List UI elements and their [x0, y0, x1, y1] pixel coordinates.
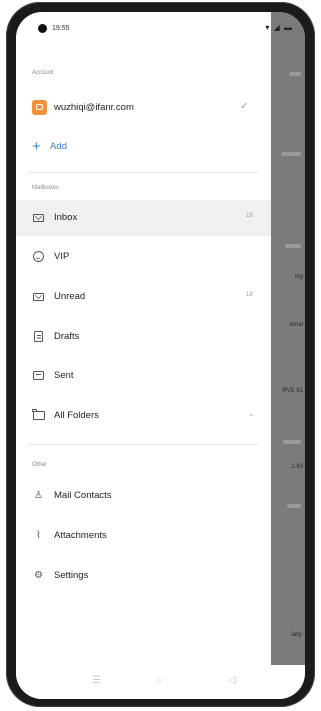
- status-time: 19:55: [52, 25, 70, 32]
- sidebar-item-label: Mail Contacts: [54, 490, 112, 501]
- sidebar-item-label: All Folders: [54, 410, 99, 421]
- checkmark-icon: ✓: [240, 101, 249, 112]
- sidebar-item-label: Drafts: [54, 331, 80, 342]
- settings-icon: ⚙: [34, 570, 43, 581]
- account-avatar-icon: [32, 100, 47, 115]
- sidebar-item-attachments[interactable]: ⌇ Attachments: [16, 518, 271, 554]
- sidebar-item-sent[interactable]: Sent: [16, 358, 271, 394]
- vip-icon: [32, 250, 45, 263]
- screen: ing ernal RVE 61 2.63 ially. 19:55 ▾ ◢ ▬…: [16, 12, 305, 699]
- folder-icon: [32, 409, 45, 422]
- section-label-mailboxes: Mailboxes: [32, 185, 60, 191]
- background-text: RVE 61: [282, 388, 303, 394]
- sent-icon: [32, 369, 45, 382]
- menu-icon[interactable]: ☰: [92, 675, 101, 686]
- status-bar: 19:55 ▾ ◢ ▬: [16, 12, 292, 42]
- sidebar-item-label: Unread: [54, 291, 86, 302]
- sidebar-item-unread[interactable]: Unread 18: [16, 279, 271, 315]
- home-icon[interactable]: ○: [156, 675, 162, 686]
- chevron-down-icon[interactable]: ⌄: [248, 409, 255, 418]
- system-nav-bar: ☰ ○ ◁: [16, 665, 305, 699]
- contacts-icon: ♙: [34, 490, 43, 501]
- background-text: ially.: [291, 632, 303, 638]
- status-icons: ▾ ◢ ▬: [265, 23, 293, 32]
- background-text: ing: [294, 274, 303, 280]
- background-text: 2.63: [291, 464, 303, 470]
- divider: [28, 444, 258, 445]
- section-label-account: Account: [32, 70, 54, 76]
- back-icon[interactable]: ◁: [228, 675, 236, 686]
- mail-icon: [32, 211, 45, 224]
- sidebar-item-inbox[interactable]: Inbox 18: [16, 200, 271, 236]
- drafts-icon: [32, 330, 45, 343]
- add-account-label: Add: [50, 141, 67, 152]
- unread-mail-icon: [32, 290, 45, 303]
- add-account-button[interactable]: + Add: [16, 136, 271, 162]
- sidebar-item-label: Attachments: [54, 530, 107, 541]
- divider: [28, 172, 258, 173]
- sidebar-item-label: VIP: [54, 251, 70, 262]
- sidebar-item-settings[interactable]: ⚙ Settings: [16, 558, 271, 594]
- account-row[interactable]: wuzhiqi@ifanr.com ✓: [16, 94, 271, 124]
- attachment-icon: ⌇: [36, 530, 41, 541]
- background-text: ernal: [289, 322, 303, 328]
- unread-count: 18: [246, 292, 253, 298]
- sidebar-item-drafts[interactable]: Drafts: [16, 319, 271, 355]
- account-email: wuzhiqi@ifanr.com: [54, 102, 134, 113]
- navigation-drawer: 19:55 ▾ ◢ ▬ Account wuzhiqi@ifanr.com ✓ …: [16, 12, 292, 699]
- sidebar-item-label: Inbox: [54, 212, 78, 223]
- sidebar-item-vip[interactable]: VIP: [16, 239, 271, 275]
- plus-icon: +: [32, 138, 41, 155]
- sidebar-item-label: Sent: [54, 370, 74, 381]
- sidebar-item-label: Settings: [54, 570, 89, 581]
- unread-count: 18: [246, 213, 253, 219]
- sidebar-item-all-folders[interactable]: All Folders ⌄: [16, 398, 271, 434]
- camera-cutout: [38, 24, 47, 33]
- background-mail-list[interactable]: ing ernal RVE 61 2.63 ially.: [271, 12, 305, 699]
- section-label-other: Other: [32, 462, 48, 468]
- sidebar-item-mail-contacts[interactable]: ♙ Mail Contacts: [16, 478, 271, 514]
